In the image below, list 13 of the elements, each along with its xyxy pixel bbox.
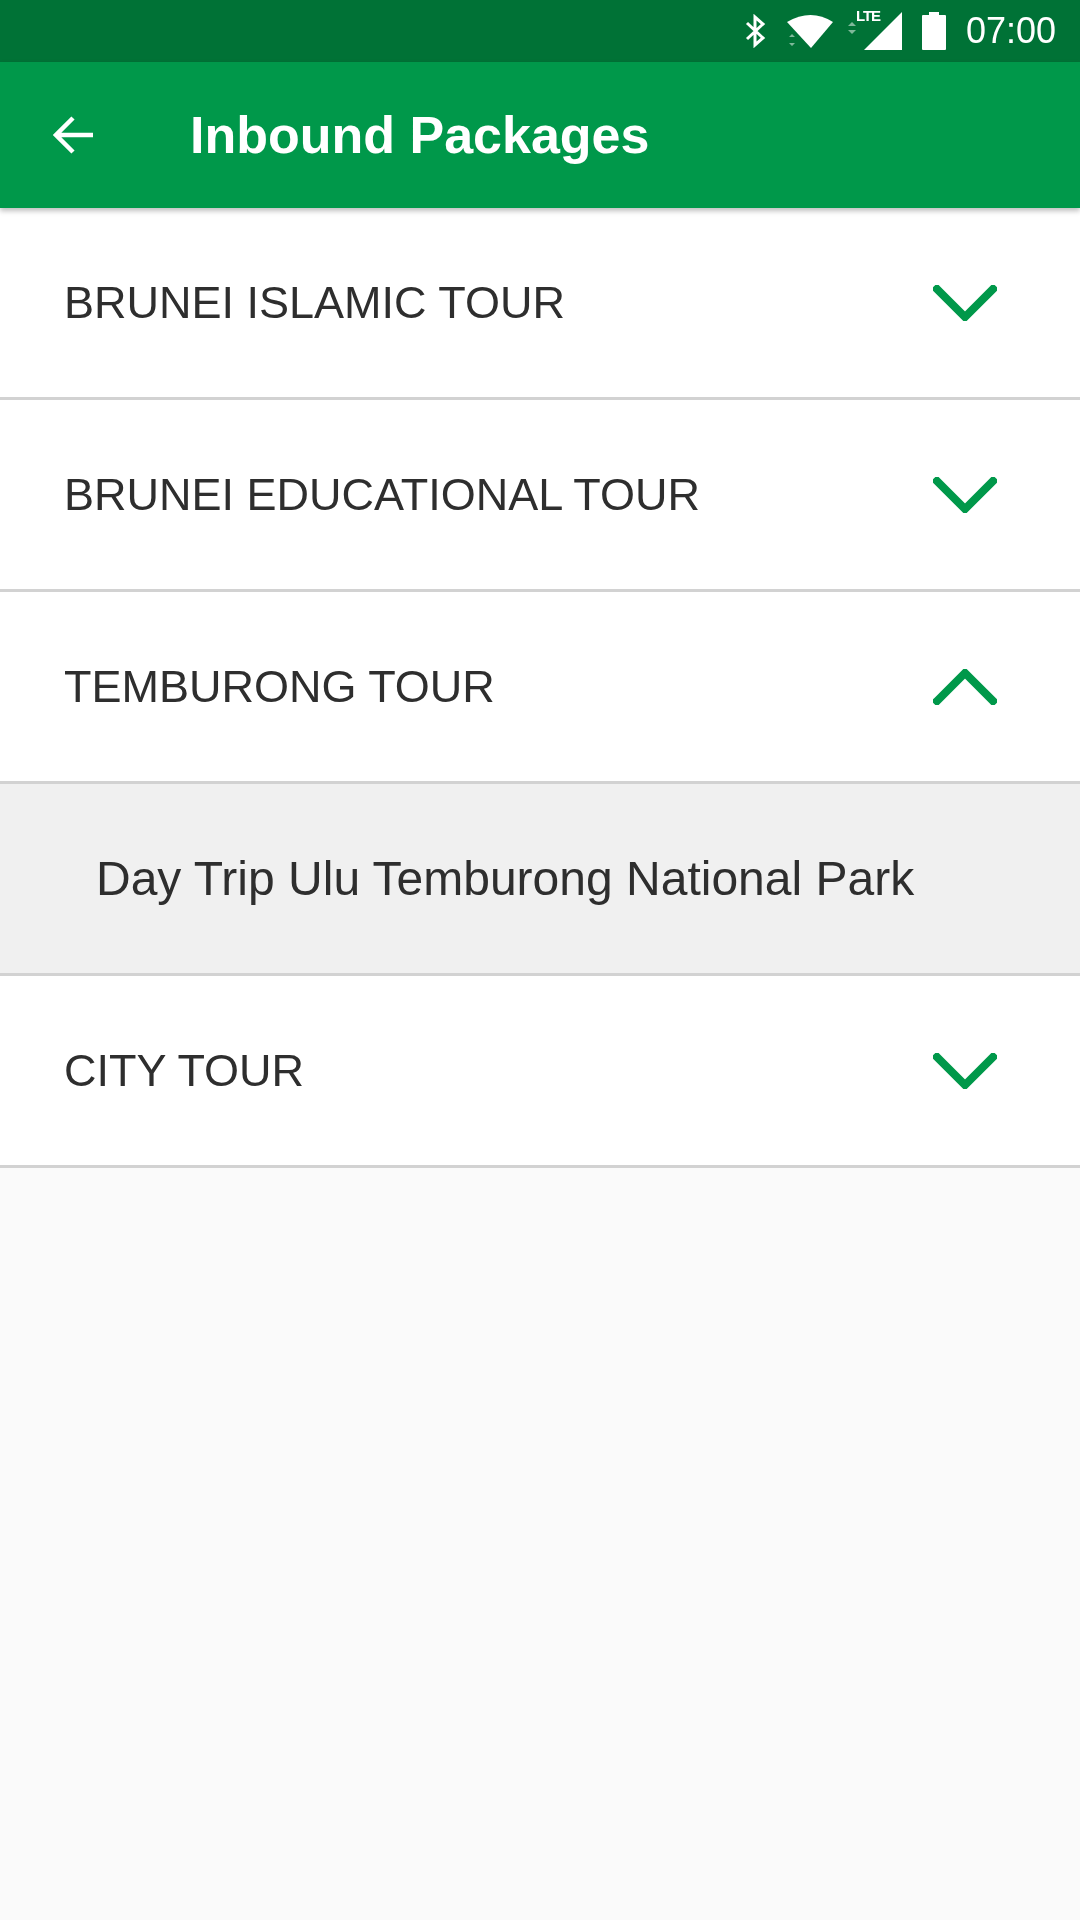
network-type-label: LTE [855, 8, 881, 24]
data-arrows-icon [847, 20, 856, 36]
package-header[interactable]: CITY TOUR [0, 976, 1080, 1168]
package-header[interactable]: BRUNEI EDUCATIONAL TOUR [0, 400, 1080, 592]
status-time: 07:00 [965, 11, 1056, 51]
screen-title: Inbound Packages [190, 105, 650, 165]
package-header[interactable]: BRUNEI ISLAMIC TOUR [0, 208, 1080, 400]
package-item[interactable]: Day Trip Ulu Temburong National Park [0, 784, 1080, 976]
wifi-icon [785, 13, 834, 49]
back-arrow-icon [53, 115, 95, 155]
package-header[interactable]: TEMBURONG TOUR [0, 592, 1080, 784]
bluetooth-icon [743, 14, 768, 48]
battery-icon [921, 12, 946, 50]
